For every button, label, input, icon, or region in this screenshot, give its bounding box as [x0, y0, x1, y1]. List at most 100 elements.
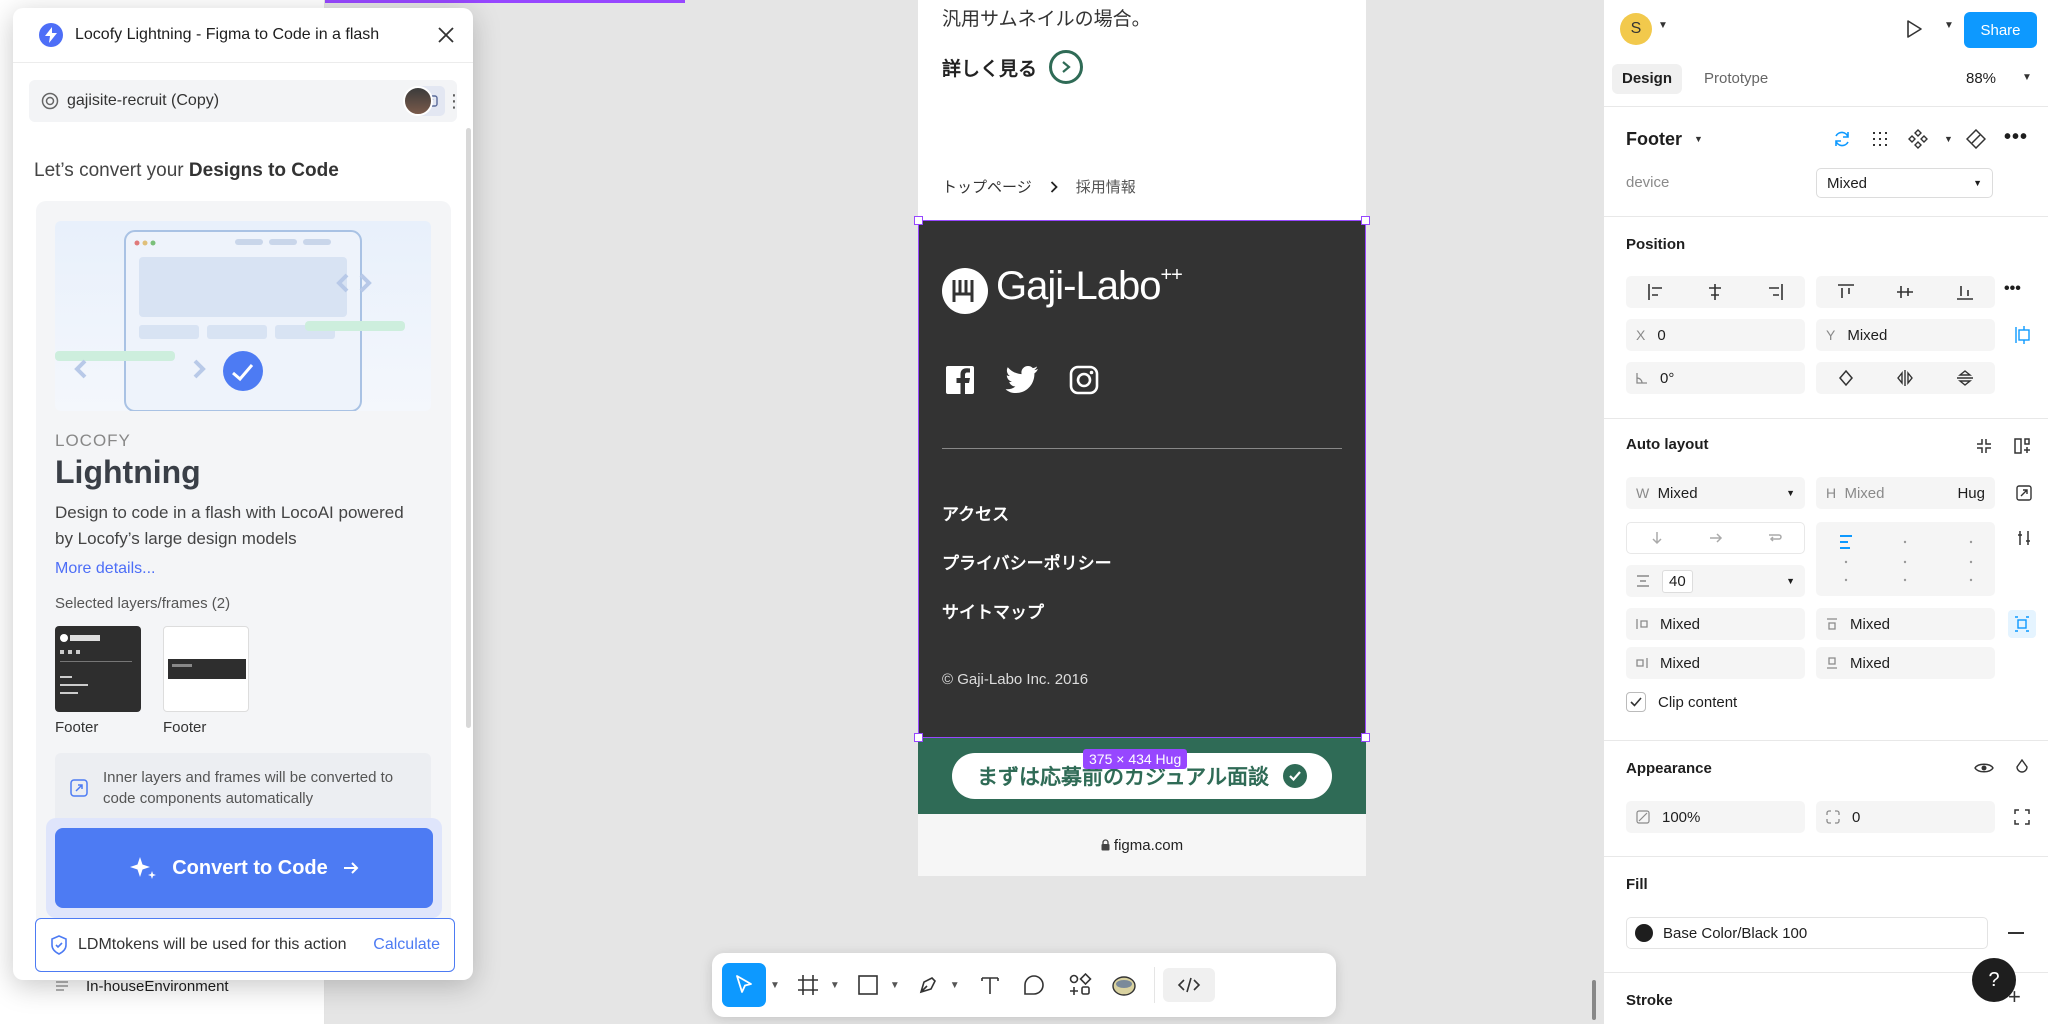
project-selector[interactable]: gajisite-recruit (Copy): [29, 80, 457, 122]
selection-edge: [325, 0, 685, 3]
arrow-right-icon[interactable]: [1708, 530, 1724, 546]
clip-content-checkbox[interactable]: [1626, 692, 1646, 712]
chevron-down-icon[interactable]: ▼: [770, 980, 780, 991]
alignment-grid[interactable]: [1816, 522, 1995, 596]
grid-icon[interactable]: [1866, 125, 1894, 153]
chevron-down-icon[interactable]: ▼: [950, 980, 960, 991]
chevron-down-icon[interactable]: ▼: [830, 980, 840, 991]
divider: [1604, 216, 2048, 217]
detail-link[interactable]: 詳しく見る: [942, 50, 1084, 84]
detach-icon[interactable]: [1962, 125, 1990, 153]
layout-toggle-icon[interactable]: [2008, 432, 2036, 460]
direction-group: [1626, 522, 1805, 554]
align-left-icon[interactable]: [1647, 283, 1665, 301]
y-field[interactable]: Y Mixed: [1816, 319, 1995, 351]
text-tool[interactable]: [970, 963, 1010, 1007]
resize-handle[interactable]: [1361, 733, 1370, 742]
component-icon[interactable]: [1904, 125, 1932, 153]
width-field[interactable]: W Mixed ▼: [1626, 477, 1805, 509]
share-button[interactable]: Share: [1964, 12, 2037, 48]
convert-to-code-button[interactable]: Convert to Code: [55, 828, 433, 908]
h-mode[interactable]: Hug: [1957, 485, 1985, 502]
align-right-icon[interactable]: [1766, 283, 1784, 301]
dev-mode-toggle[interactable]: [1162, 968, 1215, 1002]
vertical-align-group: [1816, 276, 1995, 308]
padding-left-field[interactable]: Mixed: [1626, 608, 1805, 640]
device-select[interactable]: Mixed ▼: [1816, 168, 1993, 198]
align-bottom-icon[interactable]: [1956, 283, 1974, 301]
more-icon[interactable]: •••: [2004, 280, 2021, 298]
align-center-icon[interactable]: [1706, 283, 1724, 301]
resize-icon[interactable]: [2010, 479, 2038, 507]
comment-tool[interactable]: [1010, 963, 1058, 1007]
align-top-icon[interactable]: [1837, 283, 1855, 301]
plugin-header: Locofy Lightning - Figma to Code in a fl…: [13, 8, 473, 63]
sync-icon[interactable]: [1828, 125, 1856, 153]
chevron-down-icon[interactable]: ▼: [890, 980, 900, 991]
constraints-icon[interactable]: [2010, 321, 2038, 349]
mascot-icon[interactable]: [1102, 963, 1146, 1007]
flip-vertical-icon[interactable]: [1956, 369, 1974, 387]
chevron-down-icon[interactable]: ▼: [1786, 576, 1795, 586]
gap-field[interactable]: 40 ▼: [1626, 565, 1805, 597]
more-icon[interactable]: •••: [2004, 126, 2028, 149]
collapse-icon[interactable]: [1970, 432, 1998, 460]
breadcrumb-home[interactable]: トップページ: [942, 176, 1032, 197]
move-tool[interactable]: [722, 963, 766, 1007]
tab-prototype[interactable]: Prototype: [1704, 70, 1768, 87]
resize-handle[interactable]: [914, 733, 923, 742]
layer-thumbnail[interactable]: [55, 626, 141, 712]
eye-icon[interactable]: [1970, 754, 1998, 782]
chevron-down-icon[interactable]: ▼: [1786, 488, 1795, 498]
close-icon[interactable]: [435, 24, 457, 46]
layer-thumbnail[interactable]: [163, 626, 249, 712]
rotate-icon[interactable]: [1837, 369, 1855, 387]
flip-horizontal-icon[interactable]: [1896, 369, 1914, 387]
wrap-icon[interactable]: [1767, 530, 1783, 546]
x-field[interactable]: X0: [1626, 319, 1805, 351]
more-details-link[interactable]: More details...: [55, 560, 155, 578]
corner-radius-field[interactable]: 0: [1816, 801, 1995, 833]
chevron-down-icon[interactable]: ▼: [1694, 134, 1703, 144]
rotation-field[interactable]: 0°: [1626, 362, 1805, 394]
padding-top-field[interactable]: Mixed: [1816, 608, 1995, 640]
zoom-level[interactable]: 88%: [1966, 70, 1996, 87]
remove-fill-icon[interactable]: [2008, 932, 2024, 934]
chevron-down-icon[interactable]: ▼: [1944, 134, 1953, 144]
layer-item[interactable]: In-houseEnvironment: [86, 978, 229, 995]
resize-handle[interactable]: [1361, 216, 1370, 225]
height-field[interactable]: H Mixed Hug: [1816, 477, 1995, 509]
chevron-down-icon: ▼: [1973, 178, 1982, 188]
arrow-down-icon[interactable]: [1649, 530, 1665, 546]
panel-scrollbar[interactable]: [1592, 980, 1596, 1020]
drop-icon[interactable]: [2008, 754, 2036, 782]
scrollbar[interactable]: [466, 128, 471, 728]
chevron-down-icon[interactable]: ▼: [2022, 72, 2032, 83]
calculate-link[interactable]: Calculate: [373, 936, 440, 954]
chevron-down-icon[interactable]: ▼: [1658, 20, 1668, 31]
settings-icon[interactable]: [2010, 524, 2038, 552]
frame-tool[interactable]: [790, 963, 826, 1007]
play-icon[interactable]: [1904, 19, 1924, 39]
fill-style-row[interactable]: Base Color/Black 100: [1626, 917, 1988, 949]
component-icon: [54, 978, 70, 994]
components-icon[interactable]: [1058, 963, 1102, 1007]
chevron-down-icon[interactable]: ▼: [1944, 20, 1954, 31]
pen-tool[interactable]: [910, 963, 946, 1007]
avatar[interactable]: [403, 86, 433, 116]
align-middle-icon[interactable]: [1896, 283, 1914, 301]
resize-handle[interactable]: [914, 216, 923, 225]
expand-icon[interactable]: [2008, 803, 2036, 831]
more-icon[interactable]: ⋮: [445, 92, 463, 110]
selection-box[interactable]: [914, 216, 1370, 742]
padding-right-field[interactable]: Mixed: [1626, 647, 1805, 679]
component-name[interactable]: Footer: [1626, 129, 1682, 150]
padding-bottom-field[interactable]: Mixed: [1816, 647, 1995, 679]
padding-mode-icon[interactable]: [2008, 610, 2036, 638]
rectangle-tool[interactable]: [850, 963, 886, 1007]
tab-design[interactable]: Design: [1612, 64, 1683, 94]
opacity-field[interactable]: 100%: [1626, 801, 1805, 833]
help-button[interactable]: ?: [1972, 958, 2016, 1002]
padding-top-icon: [1826, 618, 1838, 630]
user-avatar[interactable]: S: [1620, 13, 1652, 45]
